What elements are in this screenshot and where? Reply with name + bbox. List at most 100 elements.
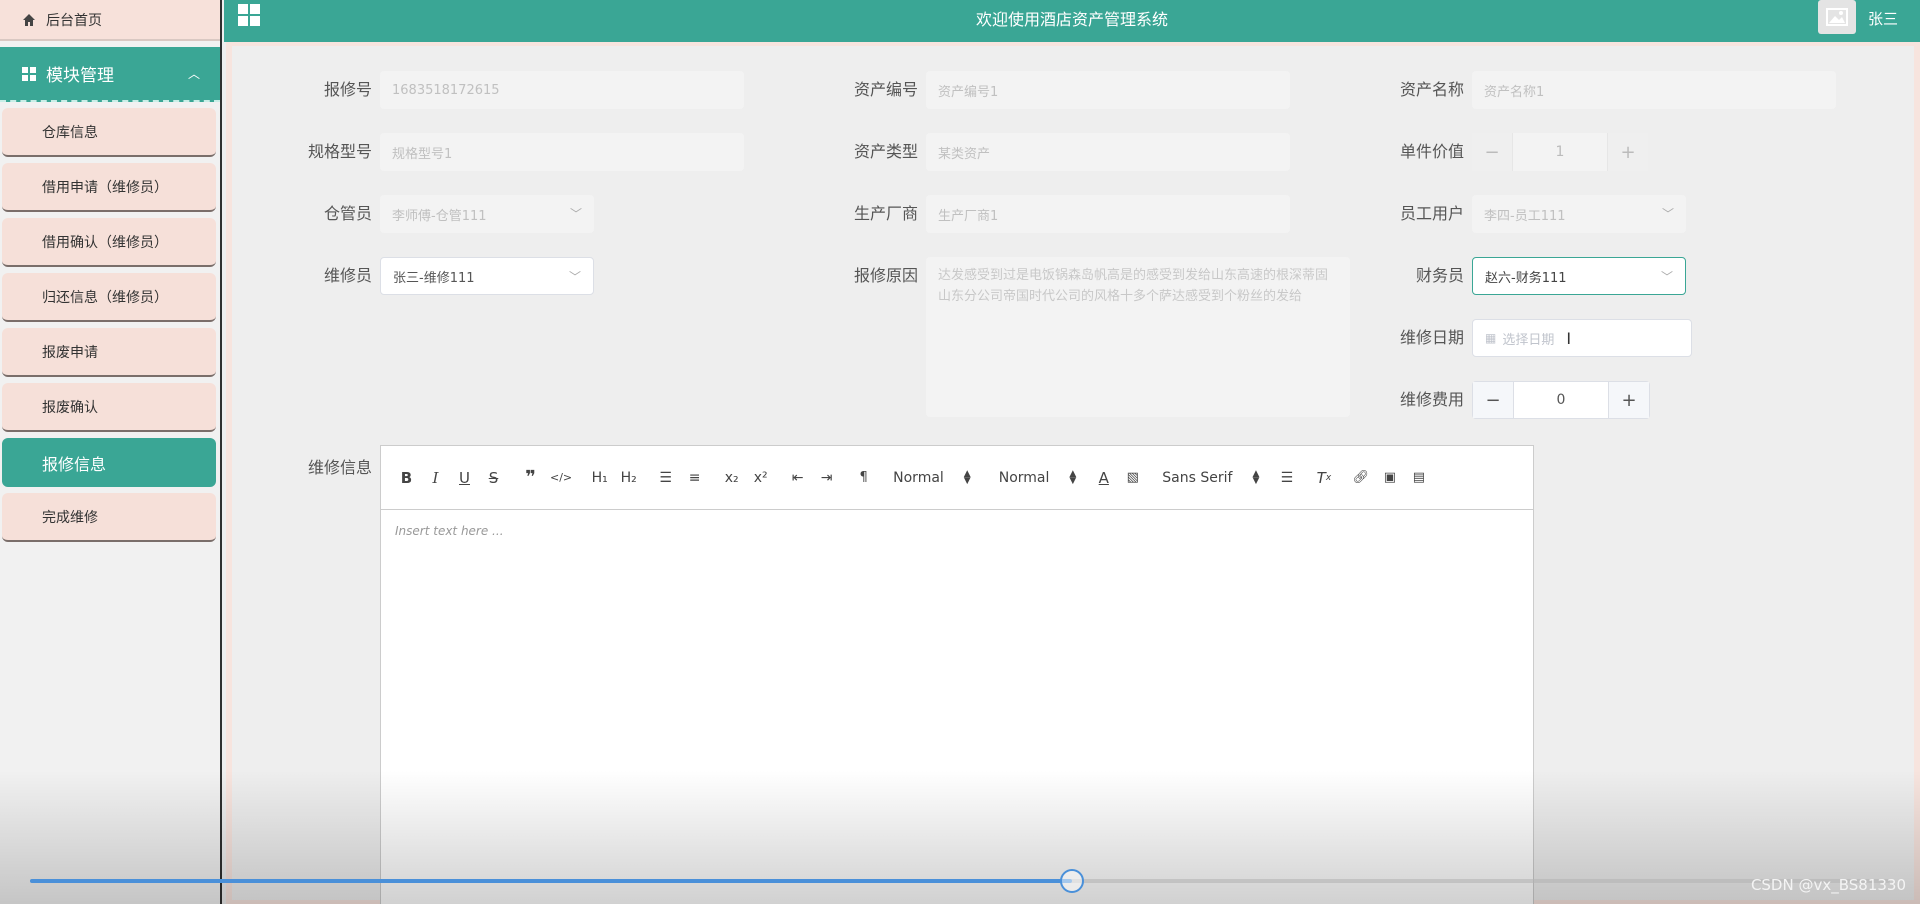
finance-label: 财务员 (1415, 266, 1464, 285)
sidebar-item-label: 归还信息（维修员） (42, 289, 168, 306)
chevron-down-icon: ﹀ (1661, 207, 1674, 221)
sidebar-item-warehouse[interactable]: 仓库信息 (2, 108, 216, 157)
sidebar-item-label: 报废确认 (42, 399, 98, 416)
sidebar-item-return[interactable]: 归还信息（维修员） (2, 273, 216, 322)
text-color-icon[interactable]: A (1094, 467, 1113, 489)
repairer-label: 维修员 (323, 266, 372, 285)
repair-info-label: 维修信息 (307, 458, 372, 477)
asset-type-field[interactable]: 某类资产 (926, 133, 1290, 171)
keeper-select[interactable]: 李师傅-仓管111 ﹀ (380, 195, 594, 233)
sidebar-group-label: 模块管理 (46, 66, 114, 86)
font-select-value: Sans Serif (1162, 469, 1233, 486)
employee-select[interactable]: 李四-员工111 ﹀ (1472, 195, 1686, 233)
outdent-icon[interactable]: ⇤ (788, 467, 807, 489)
superscript-icon[interactable]: x² (751, 467, 770, 489)
image-icon (1826, 8, 1848, 26)
unit-value-input[interactable]: 1 (1512, 133, 1608, 171)
unit-value-stepper[interactable]: − 1 + (1472, 133, 1648, 171)
image-icon[interactable]: ▣ (1380, 467, 1399, 489)
reason-textarea[interactable]: 达发感受到过是电饭锅森岛帆高是的感受到发给山东高速的根深蒂固山东分公司帝国时代公… (926, 257, 1350, 417)
indent-icon[interactable]: ⇥ (817, 467, 836, 489)
link-icon[interactable]: 🔗︎ (1351, 467, 1370, 489)
asset-type-label: 资产类型 (853, 142, 918, 161)
repair-cost-stepper[interactable]: − 0 + (1472, 381, 1650, 419)
background-color-icon[interactable]: ▧ (1123, 467, 1142, 489)
repair-form: 报修号 1683518172615 资产编号 资产编号1 资产名称 资产名称1 … (232, 46, 1914, 904)
strike-icon[interactable]: S (484, 467, 503, 489)
header1-icon[interactable]: H₁ (590, 467, 609, 489)
increment-button[interactable]: + (1608, 133, 1648, 171)
up-down-icon: ▲ ▼ (1069, 468, 1077, 486)
sidebar-item-repair-complete[interactable]: 完成维修 (2, 493, 216, 542)
main-area: 报修号 1683518172615 资产编号 资产编号1 资产名称 资产名称1 … (226, 42, 1920, 904)
repair-no-field[interactable]: 1683518172615 (380, 71, 744, 109)
size-select[interactable]: Normal ▲ ▼ (998, 468, 1077, 486)
subscript-icon[interactable]: x₂ (722, 467, 741, 489)
sidebar-home[interactable]: 后台首页 (0, 0, 220, 41)
clear-format-icon[interactable]: Tx (1314, 467, 1333, 489)
app-title: 欢迎使用酒店资产管理系统 (975, 10, 1168, 29)
finance-select[interactable]: 赵六-财务111 ﹀ (1472, 257, 1686, 295)
repairer-select[interactable]: 张三-维修111 ﹀ (380, 257, 594, 295)
finance-value: 赵六-财务111 (1485, 270, 1567, 286)
increment-button[interactable]: + (1609, 382, 1649, 418)
code-block-icon[interactable]: </> (550, 467, 572, 489)
text-direction-icon[interactable]: ¶ (854, 467, 873, 489)
italic-icon[interactable]: I (426, 467, 445, 489)
sidebar-item-borrow-apply[interactable]: 借用申请（维修员） (2, 163, 216, 212)
align-icon[interactable]: ☰ (1277, 467, 1296, 489)
size-select-value: Normal (998, 469, 1050, 486)
repair-date-placeholder: 选择日期 (1502, 332, 1555, 348)
video-icon[interactable]: ▤ (1409, 467, 1428, 489)
home-icon (22, 13, 36, 27)
ordered-list-icon[interactable]: ☰ (656, 467, 675, 489)
header-select-value: Normal (893, 469, 944, 486)
sidebar-item-label: 报废申请 (42, 344, 98, 361)
asset-no-field[interactable]: 资产编号1 (926, 71, 1290, 109)
chevron-up-icon: ︿ (187, 67, 200, 81)
editor-toolbar: B I U S ❞ </> H₁ H₂ ☰ ≡ x₂ x² ⇤ ⇥ ¶ Norm… (381, 446, 1533, 510)
repair-cost-input[interactable]: 0 (1513, 382, 1609, 418)
up-down-icon: ▲ ▼ (963, 468, 971, 486)
decrement-button[interactable]: − (1472, 133, 1512, 171)
keeper-value: 李师傅-仓管111 (392, 208, 487, 224)
username[interactable]: 张三 (1868, 8, 1898, 29)
repair-date-picker[interactable]: ▦ 选择日期 I (1472, 319, 1692, 357)
asset-name-field[interactable]: 资产名称1 (1472, 71, 1836, 109)
blockquote-icon[interactable]: ❞ (521, 467, 540, 489)
sidebar: 后台首页 模块管理 ︿ 仓库信息 借用申请（维修员） 借用确认（维修员） 归还信… (0, 0, 222, 904)
sidebar-item-borrow-confirm[interactable]: 借用确认（维修员） (2, 218, 216, 267)
sidebar-item-scrap-apply[interactable]: 报废申请 (2, 328, 216, 377)
text-cursor-icon: I (1566, 328, 1572, 348)
header2-icon[interactable]: H₂ (619, 467, 638, 489)
editor-placeholder[interactable]: Insert text here ... (381, 510, 1533, 552)
chevron-down-icon: ﹀ (1660, 270, 1673, 284)
header-select[interactable]: Normal ▲ ▼ (893, 468, 971, 486)
sidebar-item-scrap-confirm[interactable]: 报废确认 (2, 383, 216, 432)
avatar[interactable] (1818, 0, 1856, 34)
asset-name-label: 资产名称 (1399, 80, 1464, 99)
employee-value: 李四-员工111 (1484, 208, 1566, 224)
employee-label: 员工用户 (1399, 204, 1464, 223)
repair-date-label: 维修日期 (1399, 328, 1464, 347)
unit-value-label: 单件价值 (1399, 142, 1464, 161)
bold-icon[interactable]: B (397, 467, 416, 489)
sidebar-item-repair-info[interactable]: 报修信息 (2, 438, 216, 487)
watermark: CSDN @vx_BS81330 (1750, 876, 1906, 894)
sidebar-home-label: 后台首页 (46, 12, 102, 29)
repair-cost-label: 维修费用 (1399, 390, 1464, 409)
spec-field[interactable]: 规格型号1 (380, 133, 744, 171)
bullet-list-icon[interactable]: ≡ (685, 467, 704, 489)
font-select[interactable]: Sans Serif ▲ ▼ (1162, 469, 1259, 486)
video-progress-fill (30, 879, 1072, 883)
sidebar-item-label: 仓库信息 (42, 124, 98, 141)
calendar-icon: ▦ (1485, 331, 1497, 345)
underline-icon[interactable]: U (455, 467, 474, 489)
sidebar-group-module[interactable]: 模块管理 ︿ (0, 47, 220, 102)
sidebar-item-label: 报修信息 (42, 454, 107, 474)
video-progress-track[interactable] (30, 879, 1890, 883)
asset-no-label: 资产编号 (853, 80, 918, 99)
video-progress-knob[interactable] (1059, 869, 1084, 893)
decrement-button[interactable]: − (1473, 382, 1513, 418)
manufacturer-field[interactable]: 生产厂商1 (926, 195, 1290, 233)
